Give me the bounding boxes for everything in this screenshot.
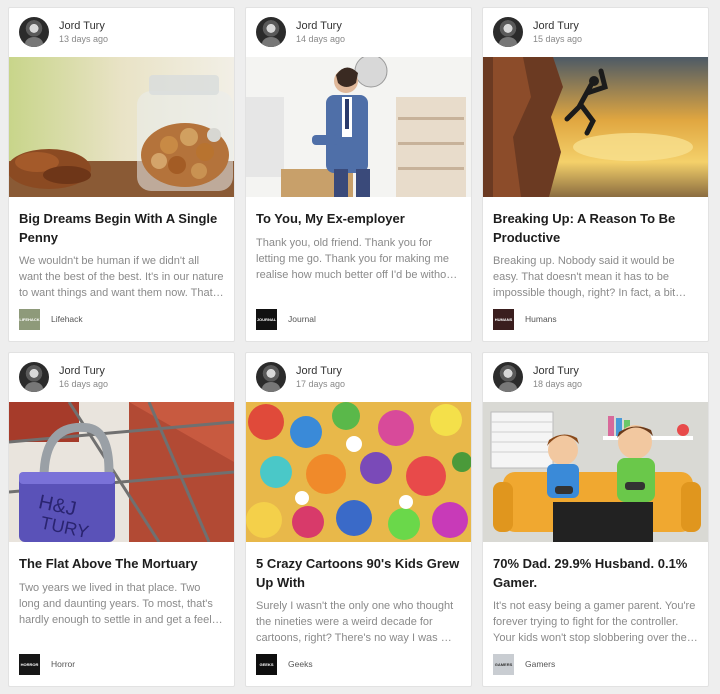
- article-card[interactable]: Jord Tury 16 days ago H&J TURY The Flat …: [8, 352, 235, 687]
- category-link[interactable]: HUMANS Humans: [493, 309, 643, 331]
- article-image-padlock[interactable]: H&J TURY: [9, 402, 234, 542]
- article-title[interactable]: The Flat Above The Mortuary: [19, 554, 224, 573]
- article-excerpt: Two years we lived in that place. Two lo…: [19, 582, 213, 626]
- article-image-cliff-climber[interactable]: [483, 57, 708, 197]
- article-image-office-worker[interactable]: [246, 57, 471, 197]
- category-link[interactable]: HORROR Horror: [19, 654, 169, 676]
- author-name[interactable]: Jord Tury: [533, 365, 579, 377]
- article-card[interactable]: Jord Tury 14 days ago To You, My Ex-empl…: [245, 7, 472, 342]
- post-date: 17 days ago: [296, 379, 346, 389]
- category-link[interactable]: GAMERS Gamers: [493, 654, 643, 676]
- article-card[interactable]: Jord Tury 18 days ago 70% Dad. 29.9% Hus…: [482, 352, 709, 687]
- article-image-gamer-dad[interactable]: [483, 402, 708, 542]
- article-image-coin-jar[interactable]: [9, 57, 234, 197]
- category-link[interactable]: LIFEHACK Lifehack: [19, 309, 169, 331]
- author-info[interactable]: Jord Tury 15 days ago: [493, 17, 693, 47]
- article-excerpt: Surely I wasn't the only one who thought…: [256, 600, 454, 644]
- author-avatar-icon[interactable]: [19, 362, 49, 392]
- author-info[interactable]: Jord Tury 14 days ago: [256, 17, 456, 47]
- post-date: 18 days ago: [533, 379, 583, 389]
- post-date: 13 days ago: [59, 34, 109, 44]
- author-name[interactable]: Jord Tury: [59, 20, 105, 32]
- category-name[interactable]: Geeks: [288, 659, 313, 669]
- humans-logo-icon: HUMANS: [493, 309, 514, 330]
- author-avatar-icon[interactable]: [493, 17, 523, 47]
- author-avatar-icon[interactable]: [493, 362, 523, 392]
- journal-logo-icon: JOURNAL: [256, 309, 277, 330]
- post-date: 14 days ago: [296, 34, 346, 44]
- article-card[interactable]: Jord Tury 17 days ago 5 Crazy Cartoons 9…: [245, 352, 472, 687]
- author-avatar-icon[interactable]: [256, 17, 286, 47]
- author-name[interactable]: Jord Tury: [296, 365, 342, 377]
- author-info[interactable]: Jord Tury 13 days ago: [19, 17, 219, 47]
- category-name[interactable]: Journal: [288, 314, 316, 324]
- article-title[interactable]: To You, My Ex-employer: [256, 209, 461, 228]
- category-link[interactable]: GEEKS Geeks: [256, 654, 406, 676]
- geeks-logo-icon: GEEKS: [256, 654, 277, 675]
- article-card[interactable]: Jord Tury 15 days ago Breaking Up: A Rea…: [482, 7, 709, 342]
- author-name[interactable]: Jord Tury: [296, 20, 342, 32]
- article-excerpt: We wouldn't be human if we didn't all wa…: [19, 255, 224, 299]
- article-title[interactable]: Big Dreams Begin With A Single Penny: [19, 209, 224, 247]
- article-image-cartoon-collage[interactable]: [246, 402, 471, 542]
- author-name[interactable]: Jord Tury: [533, 20, 579, 32]
- category-link[interactable]: JOURNAL Journal: [256, 309, 406, 331]
- category-name[interactable]: Lifehack: [51, 314, 83, 324]
- author-info[interactable]: Jord Tury 18 days ago: [493, 362, 693, 392]
- article-excerpt: It's not easy being a gamer parent. You'…: [493, 600, 696, 644]
- article-card[interactable]: Jord Tury 13 days ago Big Dreams Begin W…: [8, 7, 235, 342]
- horror-logo-icon: HORROR: [19, 654, 40, 675]
- article-excerpt: Breaking up. Nobody said it would be eas…: [493, 255, 676, 299]
- article-title[interactable]: 70% Dad. 29.9% Husband. 0.1% Gamer.: [493, 554, 698, 592]
- post-date: 15 days ago: [533, 34, 583, 44]
- category-name[interactable]: Horror: [51, 659, 75, 669]
- author-info[interactable]: Jord Tury 16 days ago: [19, 362, 219, 392]
- article-excerpt: Thank you, old friend. Thank you for let…: [256, 237, 456, 281]
- category-name[interactable]: Gamers: [525, 659, 555, 669]
- post-date: 16 days ago: [59, 379, 109, 389]
- lifehack-logo-icon: LIFEHACK: [19, 309, 40, 330]
- article-title[interactable]: Breaking Up: A Reason To Be Productive: [493, 209, 698, 247]
- author-info[interactable]: Jord Tury 17 days ago: [256, 362, 456, 392]
- author-name[interactable]: Jord Tury: [59, 365, 105, 377]
- article-title[interactable]: 5 Crazy Cartoons 90's Kids Grew Up With: [256, 554, 461, 592]
- author-avatar-icon[interactable]: [256, 362, 286, 392]
- gamers-logo-icon: GAMERS: [493, 654, 514, 675]
- category-name[interactable]: Humans: [525, 314, 557, 324]
- author-avatar-icon[interactable]: [19, 17, 49, 47]
